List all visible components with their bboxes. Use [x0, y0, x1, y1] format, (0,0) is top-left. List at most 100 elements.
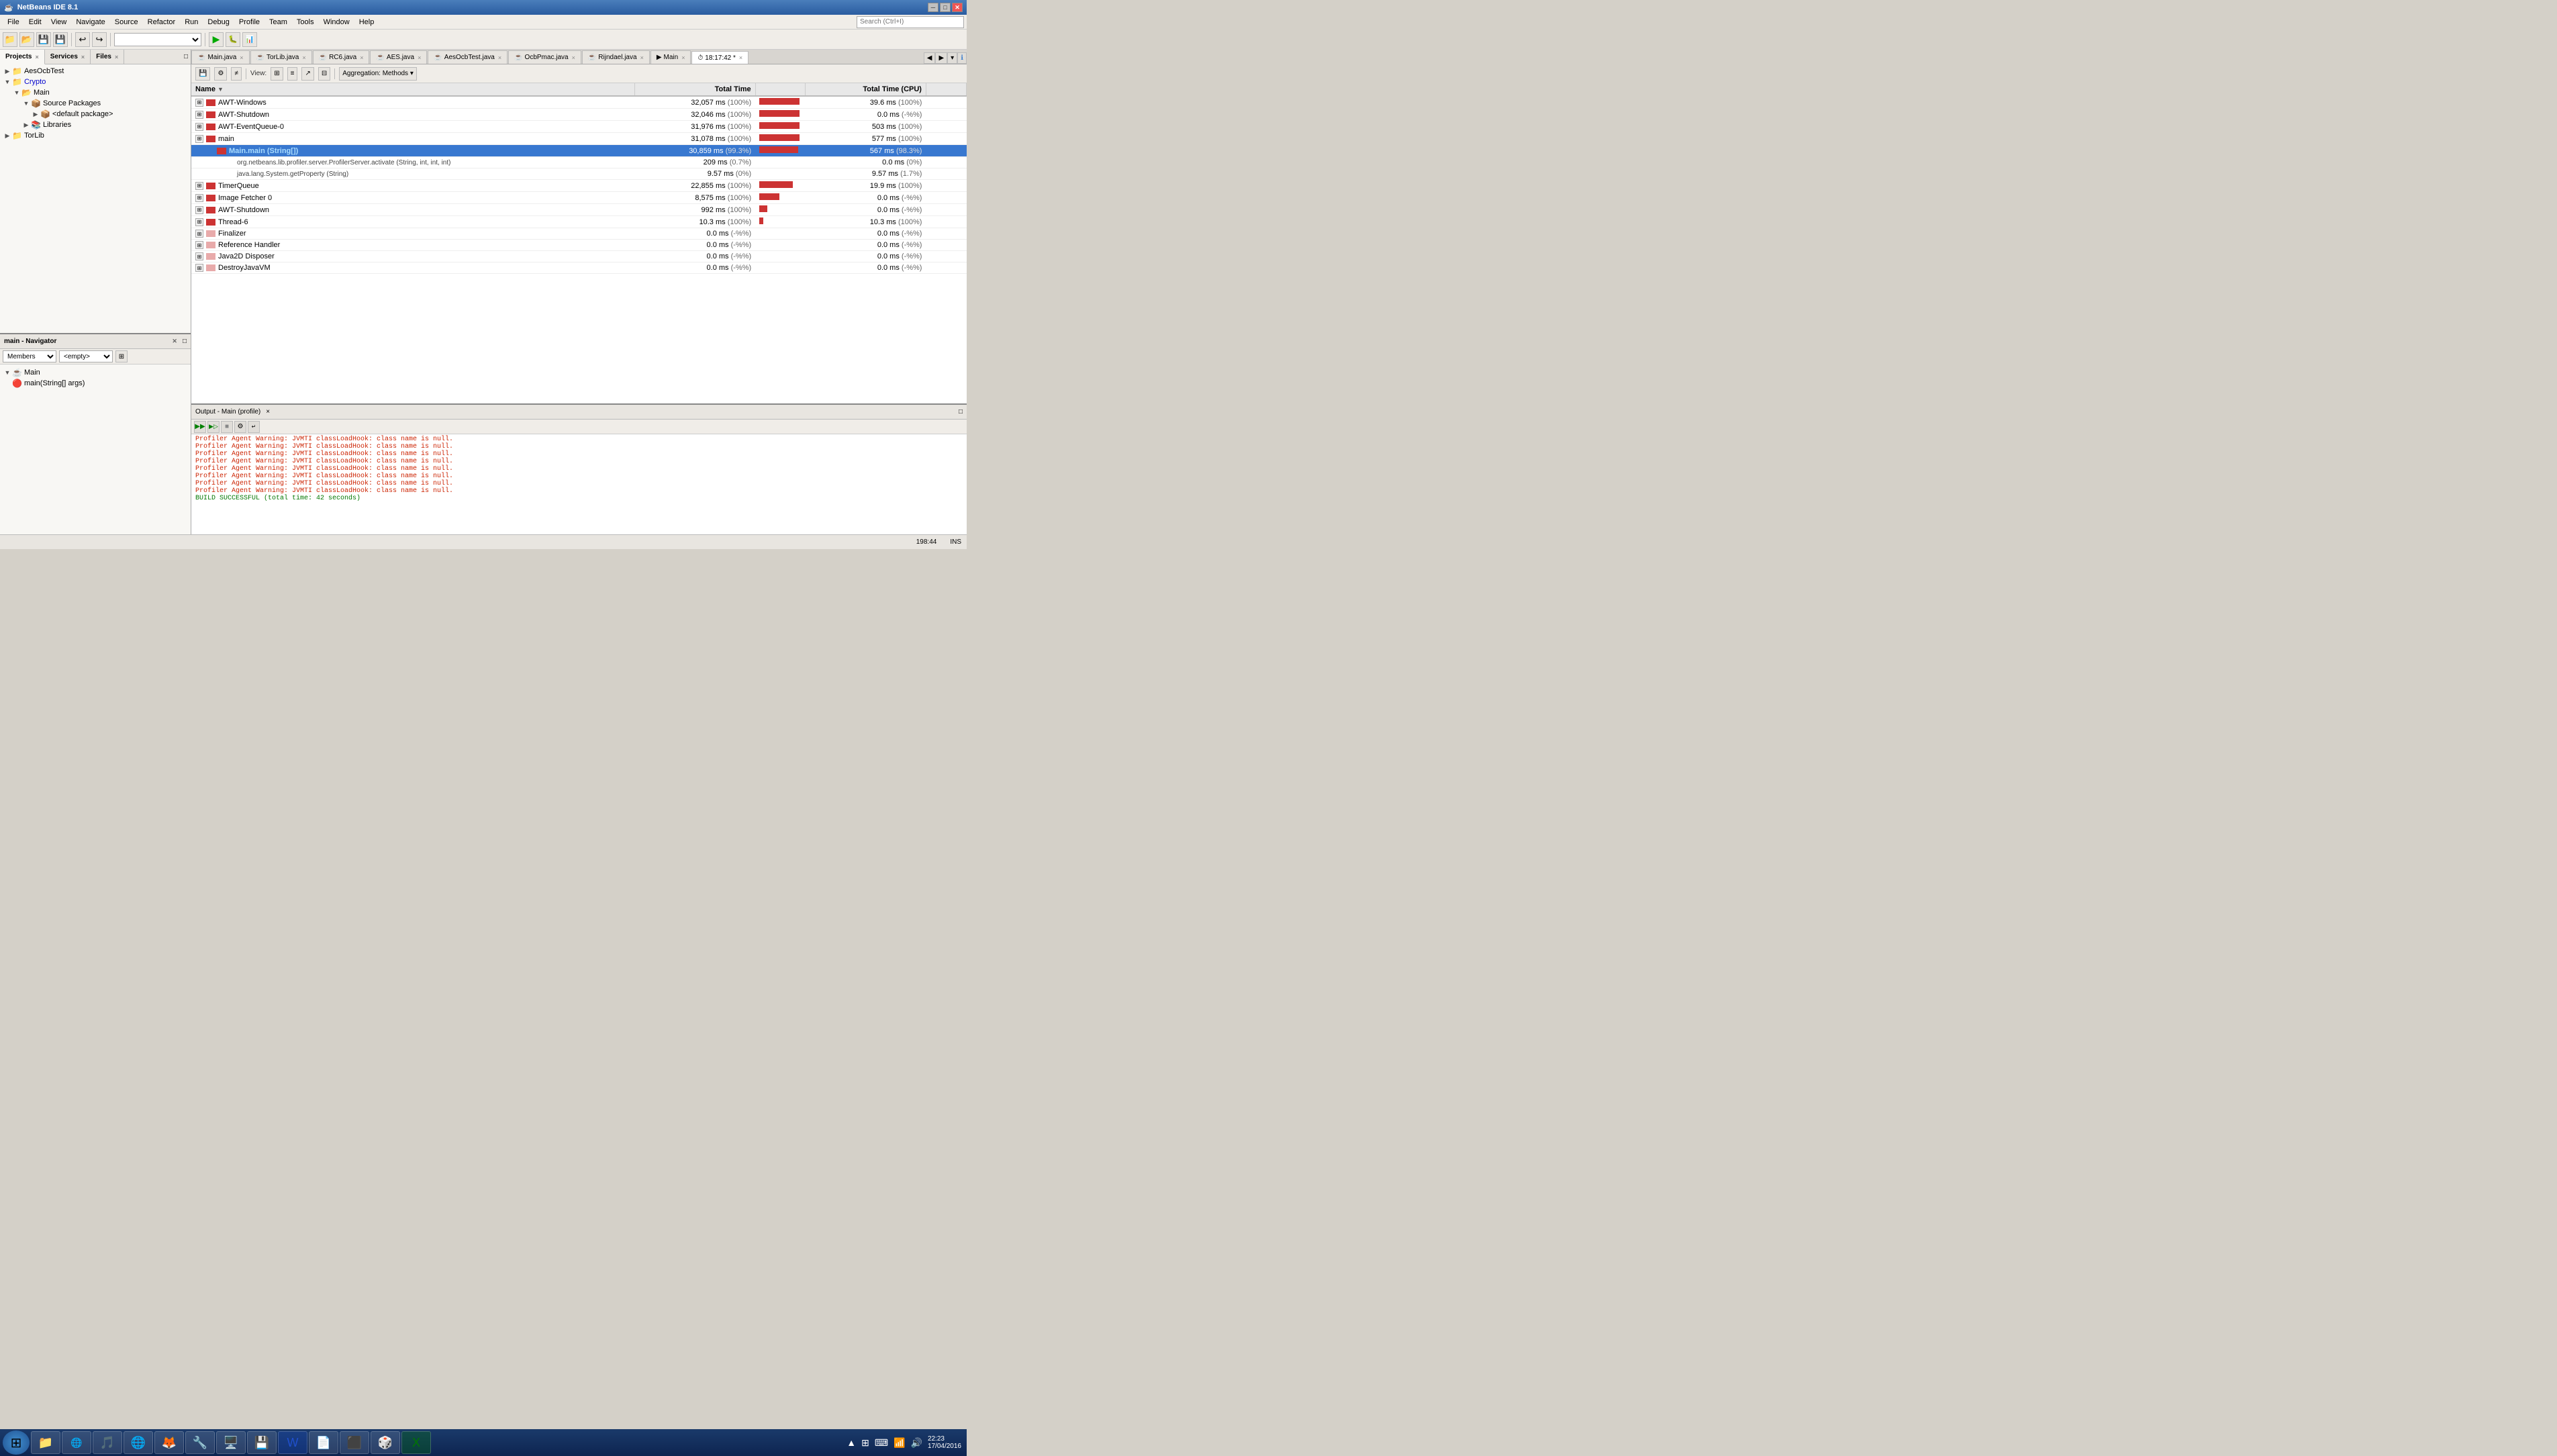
table-row[interactable]: Main.main (String[]) 30,859 ms (99.3%) 5… — [191, 145, 967, 157]
editor-tab-aesocbtest[interactable]: ☕ AesOcbTest.java × — [428, 50, 508, 64]
navigator-maximize-icon[interactable]: □ — [183, 338, 187, 345]
table-row[interactable]: ⊞ Image Fetcher 0 8,575 ms (100%) 0.0 ms… — [191, 192, 967, 204]
table-row[interactable]: java.lang.System.getProperty (String) 9.… — [191, 168, 967, 180]
menu-file[interactable]: File — [3, 17, 24, 28]
table-row[interactable]: ⊞ TimerQueue 22,855 ms (100%) 19.9 ms (1… — [191, 180, 967, 192]
taskbar-app-cube[interactable]: ⬛ — [340, 1431, 369, 1454]
menu-navigate[interactable]: Navigate — [71, 17, 109, 28]
tab-close-main-run[interactable]: × — [681, 54, 685, 61]
expand-torlib[interactable]: ▶ — [3, 131, 12, 140]
expand-source-packages[interactable]: ▼ — [21, 99, 31, 108]
panel-maximize-icon[interactable]: □ — [184, 53, 188, 60]
scope-combo[interactable]: <empty> — [59, 350, 113, 362]
expand-icon[interactable]: ⊞ — [195, 182, 203, 190]
save-button[interactable]: 💾 — [36, 32, 51, 47]
tray-volume-icon[interactable]: 🔊 — [911, 1437, 922, 1449]
output-run2-btn[interactable]: ▶▷ — [207, 421, 220, 433]
members-combo[interactable]: Members — [3, 350, 56, 362]
taskbar-app-winzip[interactable]: 🎲 — [371, 1431, 400, 1454]
view-expand-btn[interactable]: ↗ — [301, 67, 313, 81]
table-row[interactable]: ⊞ DestroyJavaVM 0.0 ms (-%%) 0.0 ms (-%%… — [191, 262, 967, 274]
taskbar-app-tool[interactable]: 🔧 — [185, 1431, 215, 1454]
tray-network-icon[interactable]: 📶 — [894, 1437, 905, 1449]
tab-scroll-left[interactable]: ◀ — [924, 52, 936, 64]
aggregation-combo[interactable]: Aggregation: Methods ▾ — [339, 67, 417, 81]
taskbar-app-ie[interactable]: 🌐 — [62, 1431, 91, 1454]
menu-debug[interactable]: Debug — [203, 17, 234, 28]
tree-item-libraries[interactable]: ▶ 📚 Libraries — [0, 119, 191, 130]
output-tab-close[interactable]: × — [266, 408, 270, 416]
redo-button[interactable]: ↪ — [92, 32, 107, 47]
tray-keyboard-icon[interactable]: ⌨ — [875, 1437, 888, 1449]
project-tree[interactable]: ▶ 📁 AesOcbTest ▼ 📁 Crypto ▼ 📂 Main — [0, 64, 191, 333]
view-list-btn[interactable]: ≡ — [287, 67, 298, 81]
menu-tools[interactable]: Tools — [292, 17, 319, 28]
taskbar-app-firefox[interactable]: 🦊 — [154, 1431, 184, 1454]
menu-team[interactable]: Team — [264, 17, 292, 28]
new-project-button[interactable]: 📁 — [3, 32, 17, 47]
run-project-button[interactable]: ▶ — [209, 32, 224, 47]
view-tree-btn[interactable]: ⊞ — [271, 67, 283, 81]
taskbar-app-word[interactable]: W — [278, 1431, 307, 1454]
taskbar-app-explorer[interactable]: 📁 — [31, 1431, 60, 1454]
open-project-button[interactable]: 📂 — [19, 32, 34, 47]
profiler-save-btn[interactable]: 💾 — [195, 67, 210, 81]
maximize-button[interactable]: □ — [940, 3, 951, 12]
expand-icon[interactable]: ⊞ — [195, 206, 203, 214]
tab-close-ocbpmac[interactable]: × — [572, 54, 575, 61]
tab-close-aes[interactable]: × — [418, 54, 421, 61]
table-row[interactable]: ⊞ AWT-Windows 32,057 ms (100%) 39.6 ms (… — [191, 96, 967, 109]
tab-close-main-java[interactable]: × — [240, 54, 243, 61]
expand-crypto[interactable]: ▼ — [3, 77, 12, 87]
expand-icon[interactable]: ⊞ — [195, 135, 203, 143]
debug-project-button[interactable]: 🐛 — [226, 32, 240, 47]
table-row[interactable]: ⊞ AWT-Shutdown 32,046 ms (100%) 0.0 ms (… — [191, 109, 967, 121]
editor-tab-rijndael[interactable]: ☕ Rijndael.java × — [582, 50, 650, 64]
editor-tab-torlib-java[interactable]: ☕ TorLib.java × — [250, 50, 312, 64]
tab-files-close[interactable]: × — [115, 54, 118, 60]
editor-tab-rc6[interactable]: ☕ RC6.java × — [313, 50, 370, 64]
menu-view[interactable]: View — [46, 17, 72, 28]
taskbar-app-excel[interactable]: X — [401, 1431, 431, 1454]
menu-window[interactable]: Window — [319, 17, 354, 28]
save-all-button[interactable]: 💾 — [53, 32, 68, 47]
tab-list-button[interactable]: ▾ — [947, 52, 957, 64]
editor-tab-aes[interactable]: ☕ AES.java × — [370, 50, 427, 64]
tab-projects[interactable]: Projects × — [0, 50, 45, 64]
tree-item-aesobctest[interactable]: ▶ 📁 AesOcbTest — [0, 66, 191, 77]
menu-run[interactable]: Run — [180, 17, 203, 28]
navigator-tree[interactable]: ▼ ☕ Main 🔴 main(String[] args) — [0, 365, 191, 534]
table-row[interactable]: org.netbeans.lib.profiler.server.Profile… — [191, 157, 967, 168]
table-row[interactable]: ⊞ Java2D Disposer 0.0 ms (-%%) 0.0 ms (-… — [191, 251, 967, 262]
expand-icon[interactable]: ⊞ — [195, 241, 203, 249]
menu-profile[interactable]: Profile — [234, 17, 264, 28]
tray-arrow-icon[interactable]: ▲ — [847, 1437, 856, 1448]
tab-close-rc6[interactable]: × — [360, 54, 363, 61]
col-name[interactable]: Name ▼ — [191, 83, 634, 96]
col-cpu-time[interactable]: Total Time (CPU) — [805, 83, 926, 96]
editor-tab-main-run[interactable]: ▶ Main × — [650, 50, 691, 64]
tab-files[interactable]: Files × — [91, 50, 124, 64]
menu-refactor[interactable]: Refactor — [143, 17, 181, 28]
expand-libraries[interactable]: ▶ — [21, 120, 31, 130]
tab-close-profiler[interactable]: × — [739, 54, 742, 61]
search-input[interactable] — [857, 16, 964, 28]
taskbar-app-db[interactable]: 💾 — [247, 1431, 277, 1454]
nav-item-main-method[interactable]: 🔴 main(String[] args) — [3, 378, 188, 389]
table-row[interactable]: ⊞ Finalizer 0.0 ms (-%%) 0.0 ms (-%%) — [191, 228, 967, 240]
expand-icon[interactable]: ⊞ — [195, 252, 203, 260]
table-row[interactable]: ⊞ Reference Handler 0.0 ms (-%%) 0.0 ms … — [191, 240, 967, 251]
table-row[interactable]: ⊞ AWT-EventQueue-0 31,976 ms (100%) 503 … — [191, 121, 967, 133]
editor-tab-ocbpmac[interactable]: ☕ OcbPmac.java × — [508, 50, 581, 64]
tree-item-main-project[interactable]: ▼ 📂 Main — [0, 87, 191, 98]
col-total-time[interactable]: Total Time — [634, 83, 755, 96]
expand-main-project[interactable]: ▼ — [12, 88, 21, 97]
expand-icon[interactable]: ⊞ — [195, 194, 203, 202]
tree-item-default-package[interactable]: ▶ 📦 <default package> — [0, 109, 191, 119]
undo-button[interactable]: ↩ — [75, 32, 90, 47]
output-maximize-icon[interactable]: □ — [959, 408, 963, 416]
profiler-diff-btn[interactable]: ≠ — [231, 67, 242, 81]
tab-close-aesocbtest[interactable]: × — [498, 54, 501, 61]
output-wrap-btn[interactable]: ↵ — [248, 421, 260, 433]
expand-icon[interactable]: ⊞ — [195, 230, 203, 238]
